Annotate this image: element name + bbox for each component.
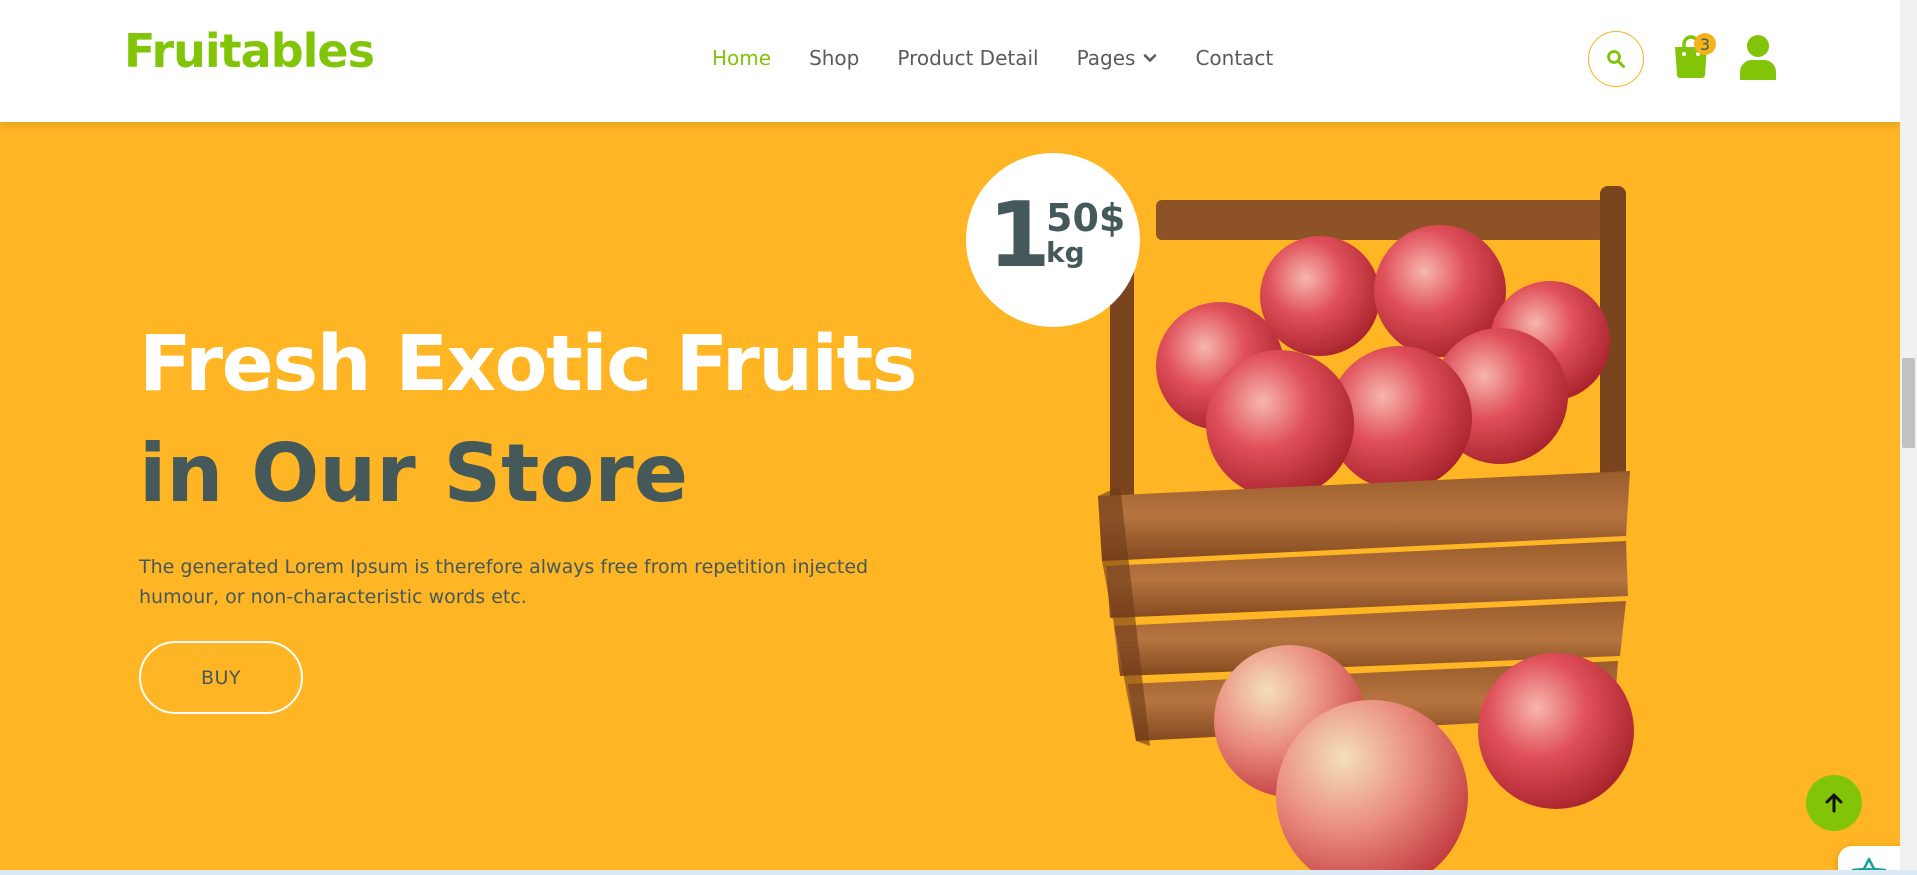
user-icon [1740, 35, 1776, 80]
main-nav: Home Shop Product Detail Pages Contact [712, 46, 1273, 70]
nav-item-home[interactable]: Home [712, 46, 771, 70]
arrow-up-icon [1825, 793, 1843, 813]
assistant-icon [1851, 857, 1887, 870]
site-header: Fruitables Home Shop Product Detail Page… [0, 0, 1900, 122]
nav-item-pages[interactable]: Pages [1077, 46, 1158, 70]
search-icon [1607, 50, 1625, 68]
site-logo[interactable]: Fruitables [124, 24, 375, 78]
chevron-down-icon [1144, 54, 1157, 62]
price-unit: kg [1046, 236, 1085, 269]
apple-basket-image [1098, 186, 1634, 870]
search-button[interactable] [1588, 31, 1644, 87]
bottom-edge [0, 870, 1917, 875]
cart-count-badge: 3 [1694, 33, 1716, 55]
price-badge: 1 50$ kg [966, 153, 1140, 327]
buy-button[interactable]: BUY [139, 641, 303, 714]
price-whole: 1 [988, 183, 1051, 288]
nav-item-product-detail[interactable]: Product Detail [897, 46, 1038, 70]
scrollbar-thumb[interactable] [1902, 358, 1915, 448]
hero-title: Fresh Exotic Fruits [139, 320, 918, 409]
cart-button[interactable]: 3 [1672, 33, 1716, 81]
hero-description: The generated Lorem Ipsum is therefore a… [139, 556, 869, 608]
back-to-top-button[interactable] [1806, 775, 1862, 831]
price-fraction: 50$ [1046, 196, 1126, 240]
assistant-button[interactable] [1838, 846, 1900, 870]
nav-item-contact[interactable]: Contact [1195, 46, 1273, 70]
nav-item-shop[interactable]: Shop [809, 46, 859, 70]
hero-section: Fresh Exotic Fruits in Our Store The gen… [0, 122, 1900, 870]
hero-subtitle: in Our Store [139, 427, 689, 520]
user-account-button[interactable] [1738, 34, 1778, 80]
page-scrollbar[interactable] [1900, 0, 1917, 870]
